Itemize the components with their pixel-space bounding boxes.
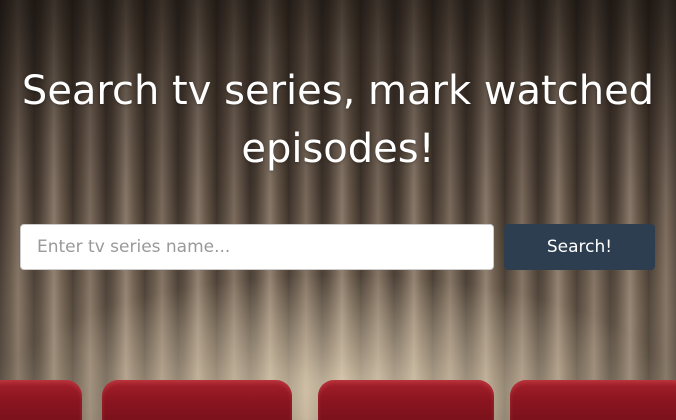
- series-search-input[interactable]: [20, 224, 494, 270]
- theater-seats: [0, 372, 676, 420]
- search-button[interactable]: Search!: [504, 224, 655, 270]
- seat: [0, 380, 82, 420]
- hero-title: Search tv series, mark watched episodes!: [21, 68, 655, 172]
- seat: [318, 380, 494, 420]
- hero-background: Search tv series, mark watched episodes!…: [0, 0, 676, 420]
- seat: [102, 380, 292, 420]
- seat: [510, 380, 676, 420]
